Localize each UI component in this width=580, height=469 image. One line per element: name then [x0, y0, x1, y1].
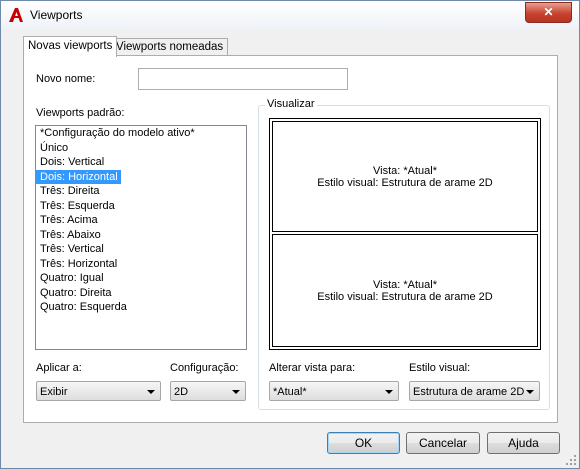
setup-dropdown[interactable]: 2D	[170, 381, 246, 401]
change-view-dropdown[interactable]: *Atual*	[269, 381, 399, 401]
new-name-input[interactable]	[138, 68, 348, 90]
list-item[interactable]: Três: Abaixo	[36, 228, 246, 243]
setup-label: Configuração:	[170, 362, 239, 374]
chevron-down-icon	[147, 390, 155, 394]
list-item[interactable]: Quatro: Direita	[36, 286, 246, 301]
standard-viewports-list[interactable]: *Configuração do modelo ativo* Único Doi…	[35, 125, 247, 350]
list-item[interactable]: Três: Direita	[36, 184, 246, 199]
list-item[interactable]: Quatro: Esquerda	[36, 300, 246, 315]
help-button[interactable]: Ajuda	[487, 432, 560, 454]
close-button[interactable]: ✕	[525, 2, 572, 23]
change-view-value: *Atual*	[273, 386, 307, 398]
list-item[interactable]: Três: Horizontal	[36, 257, 246, 272]
change-view-label: Alterar vista para:	[269, 362, 356, 374]
apply-to-dropdown[interactable]: Exibir	[36, 381, 161, 401]
list-item[interactable]: Dois: Vertical	[36, 155, 246, 170]
autocad-logo-icon	[9, 8, 23, 22]
tab-named-viewports[interactable]: Viewports nomeadas	[111, 38, 229, 56]
list-item-selected[interactable]: Dois: Horizontal	[36, 169, 121, 184]
ok-button[interactable]: OK	[327, 432, 400, 454]
list-item[interactable]: *Configuração do modelo ativo*	[36, 126, 246, 141]
setup-value: 2D	[174, 386, 189, 398]
new-name-label: Novo nome:	[36, 73, 96, 85]
visual-style-label: Estilo visual:	[409, 362, 471, 374]
preview-pane-bottom[interactable]: Vista: *Atual* Estilo visual: Estrutura …	[272, 234, 538, 347]
list-item[interactable]: Único	[36, 141, 246, 156]
tab-new-viewports[interactable]: Novas viewports	[23, 36, 118, 57]
preview-group-title: Visualizar	[265, 98, 317, 110]
viewports-dialog: Viewports ✕ Novas viewports Viewports no…	[0, 0, 580, 469]
cancel-button[interactable]: Cancelar	[406, 432, 480, 454]
list-item[interactable]: Três: Esquerda	[36, 199, 246, 214]
pane-visual-style-text: Estilo visual: Estrutura de arame 2D	[317, 291, 493, 303]
apply-to-value: Exibir	[40, 386, 68, 398]
chevron-down-icon	[385, 390, 393, 394]
list-item[interactable]: Três: Acima	[36, 213, 246, 228]
chevron-down-icon	[526, 390, 534, 394]
chevron-down-icon	[232, 390, 240, 394]
list-item[interactable]: Três: Vertical	[36, 242, 246, 257]
visual-style-value: Estrutura de arame 2D	[413, 386, 525, 398]
title-bar[interactable]: Viewports ✕	[1, 1, 579, 30]
pane-view-text: Vista: *Atual*	[372, 165, 437, 177]
apply-to-label: Aplicar a:	[36, 362, 82, 374]
pane-visual-style-text: Estilo visual: Estrutura de arame 2D	[317, 177, 493, 189]
resize-grip-icon[interactable]	[566, 455, 576, 465]
window-title: Viewports	[30, 8, 83, 22]
standard-viewports-label: Viewports padrão:	[36, 107, 125, 119]
preview-pane-top[interactable]: Vista: *Atual* Estilo visual: Estrutura …	[272, 121, 538, 232]
preview-area: Vista: *Atual* Estilo visual: Estrutura …	[269, 118, 541, 350]
list-item[interactable]: Quatro: Igual	[36, 271, 246, 286]
visual-style-dropdown[interactable]: Estrutura de arame 2D	[409, 381, 540, 401]
pane-view-text: Vista: *Atual*	[372, 279, 437, 291]
